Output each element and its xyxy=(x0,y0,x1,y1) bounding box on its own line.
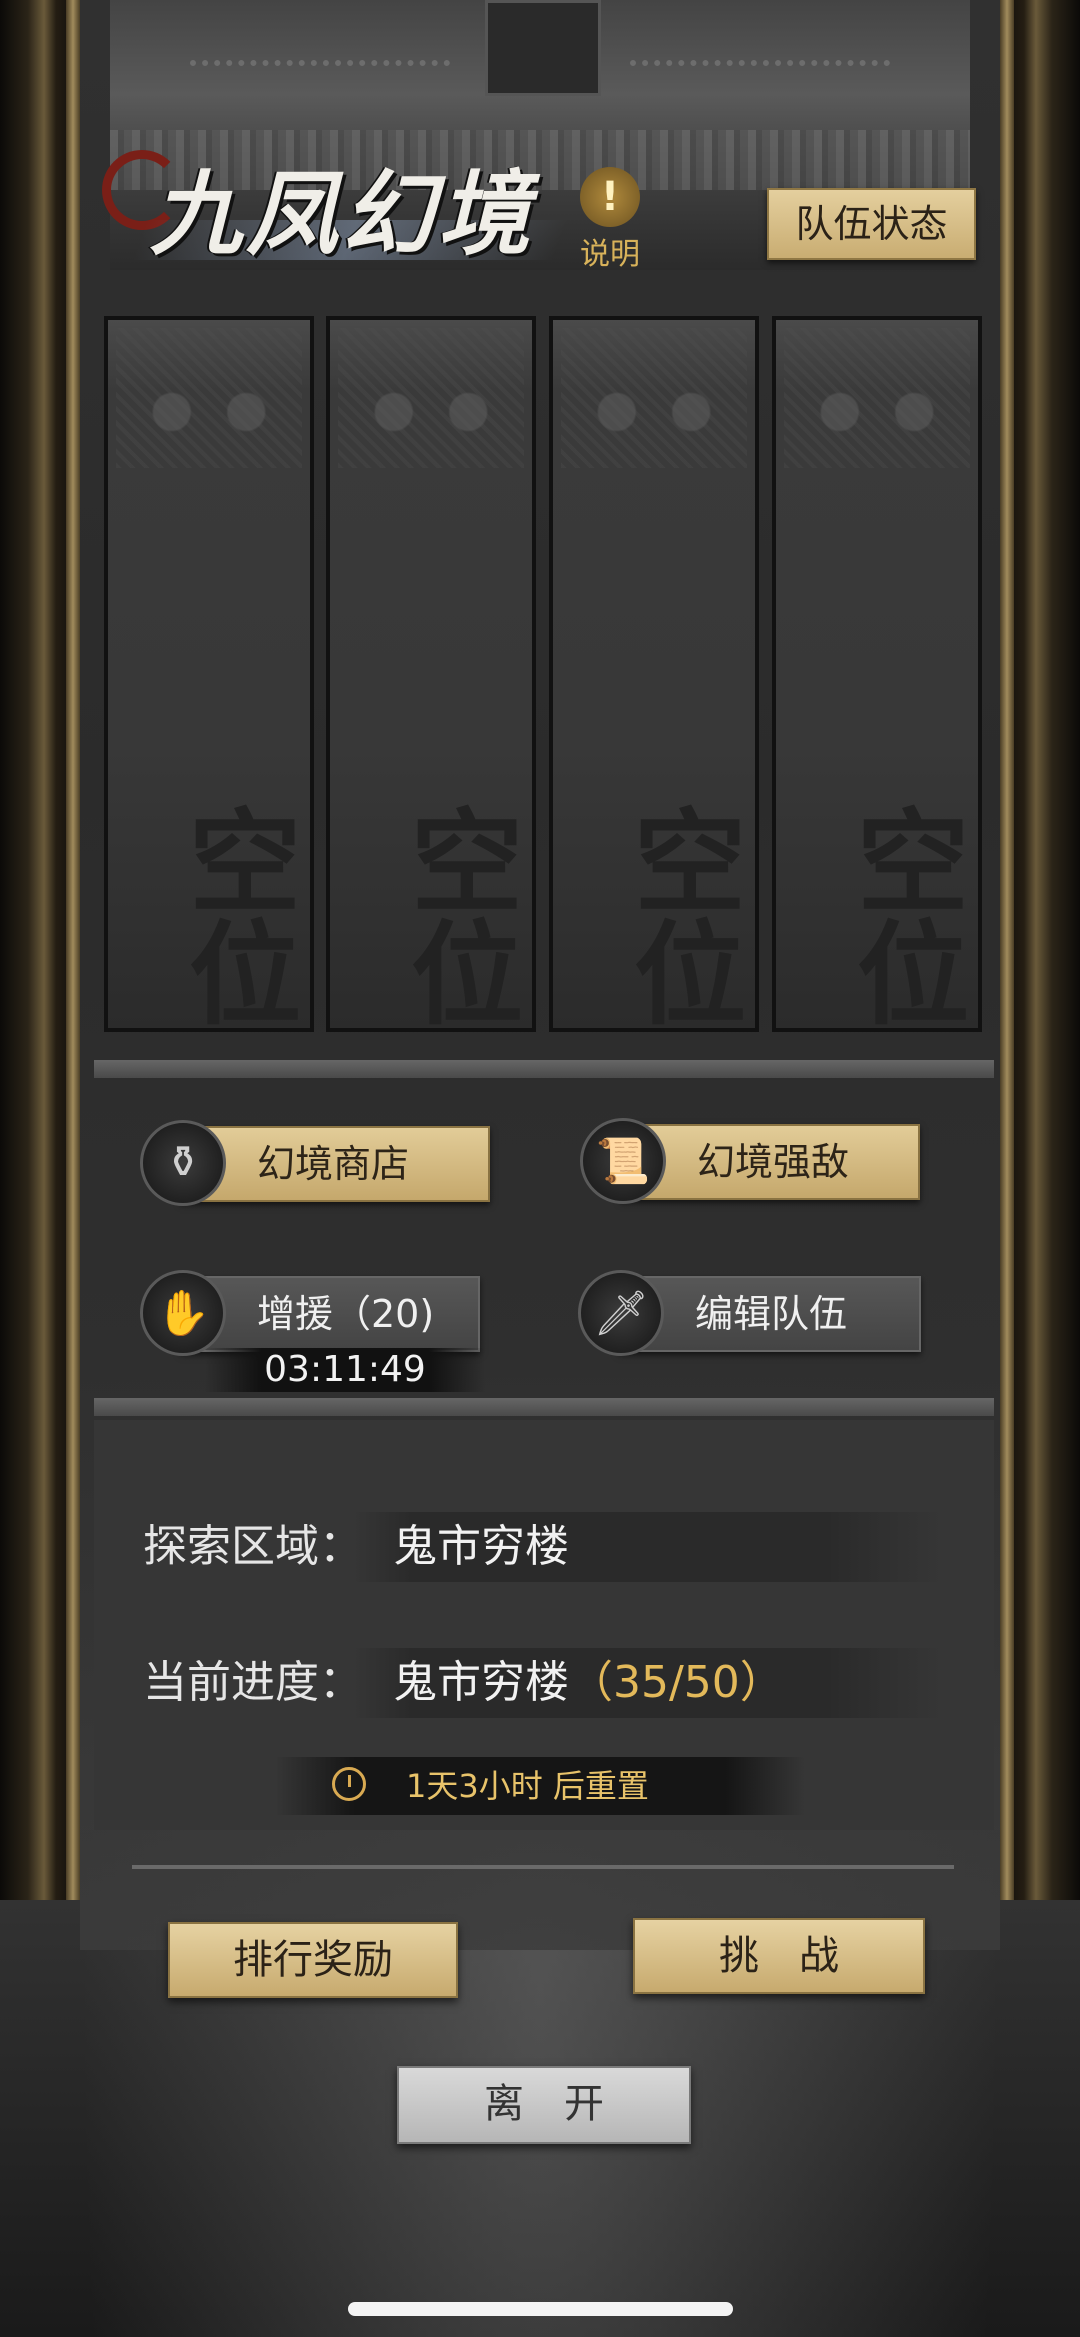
divider xyxy=(94,1060,994,1078)
empty-slot-label: 空位 xyxy=(615,803,746,1027)
clock-icon xyxy=(332,1767,366,1801)
rank-reward-button[interactable]: 排行奖励 xyxy=(168,1922,458,1998)
bag-icon: ⚱ xyxy=(140,1120,226,1206)
team-slots: 空位 空位 空位 空位 xyxy=(104,316,984,1032)
shop-button[interactable]: 幻境商店 ⚱ xyxy=(140,1120,490,1208)
progress-row: 当前进度： 鬼市穷楼（35/50） xyxy=(143,1648,943,1718)
edit-team-button[interactable]: 编辑队伍 🗡 xyxy=(578,1270,923,1358)
team-status-button[interactable]: 队伍状态 xyxy=(767,188,976,260)
explain-label: 说明 xyxy=(580,237,640,272)
team-slot[interactable]: 空位 xyxy=(772,316,982,1032)
gate-decoration xyxy=(485,0,601,96)
hands-icon: ✋ xyxy=(140,1270,226,1356)
cloud-pattern xyxy=(561,328,747,468)
exclamation-icon: ! xyxy=(580,167,640,227)
explain-button[interactable]: ! 说明 xyxy=(570,167,650,272)
shop-label: 幻境商店 xyxy=(180,1126,490,1202)
divider xyxy=(94,1398,994,1416)
progress-area: 鬼市穷楼 xyxy=(393,1657,569,1708)
home-indicator[interactable] xyxy=(348,2302,733,2316)
progress-key: 当前进度： xyxy=(143,1657,363,1708)
team-slot[interactable]: 空位 xyxy=(326,316,536,1032)
leave-button[interactable]: 离 开 xyxy=(397,2066,691,2144)
empty-slot-label: 空位 xyxy=(392,803,523,1027)
chain-decoration xyxy=(630,0,890,66)
right-rail xyxy=(1000,0,1014,1900)
cloud-pattern xyxy=(784,328,970,468)
left-rail xyxy=(66,0,80,1900)
challenge-button[interactable]: 挑 战 xyxy=(633,1918,925,1994)
explore-area-key: 探索区域： xyxy=(143,1521,363,1572)
title-logo: 九凤幻境 xyxy=(100,140,568,280)
team-slot[interactable]: 空位 xyxy=(104,316,314,1032)
progress-value: 鬼市穷楼（35/50） xyxy=(393,1648,784,1718)
book-icon: 📜 xyxy=(580,1118,666,1204)
chain-decoration xyxy=(190,0,450,66)
strong-enemy-button[interactable]: 幻境强敌 📜 xyxy=(580,1118,920,1206)
empty-slot-label: 空位 xyxy=(170,803,301,1027)
page-title: 九凤幻境 xyxy=(150,160,535,268)
empty-slot-label: 空位 xyxy=(838,803,969,1027)
progress-count: （35/50） xyxy=(569,1657,784,1708)
reset-countdown: 1天3小时 后重置 xyxy=(406,1767,649,1805)
reinforce-timer: 03:11:49 xyxy=(264,1349,426,1390)
team-slot[interactable]: 空位 xyxy=(549,316,759,1032)
dagger-icon: 🗡 xyxy=(578,1270,664,1356)
cloud-pattern xyxy=(338,328,524,468)
reinforce-button[interactable]: 增援（20) ✋ xyxy=(140,1270,490,1358)
explore-area-value: 鬼市穷楼 xyxy=(393,1521,569,1572)
cloud-pattern xyxy=(116,328,302,468)
divider-line xyxy=(132,1865,954,1869)
explore-area-row: 探索区域： 鬼市穷楼 xyxy=(143,1512,943,1582)
